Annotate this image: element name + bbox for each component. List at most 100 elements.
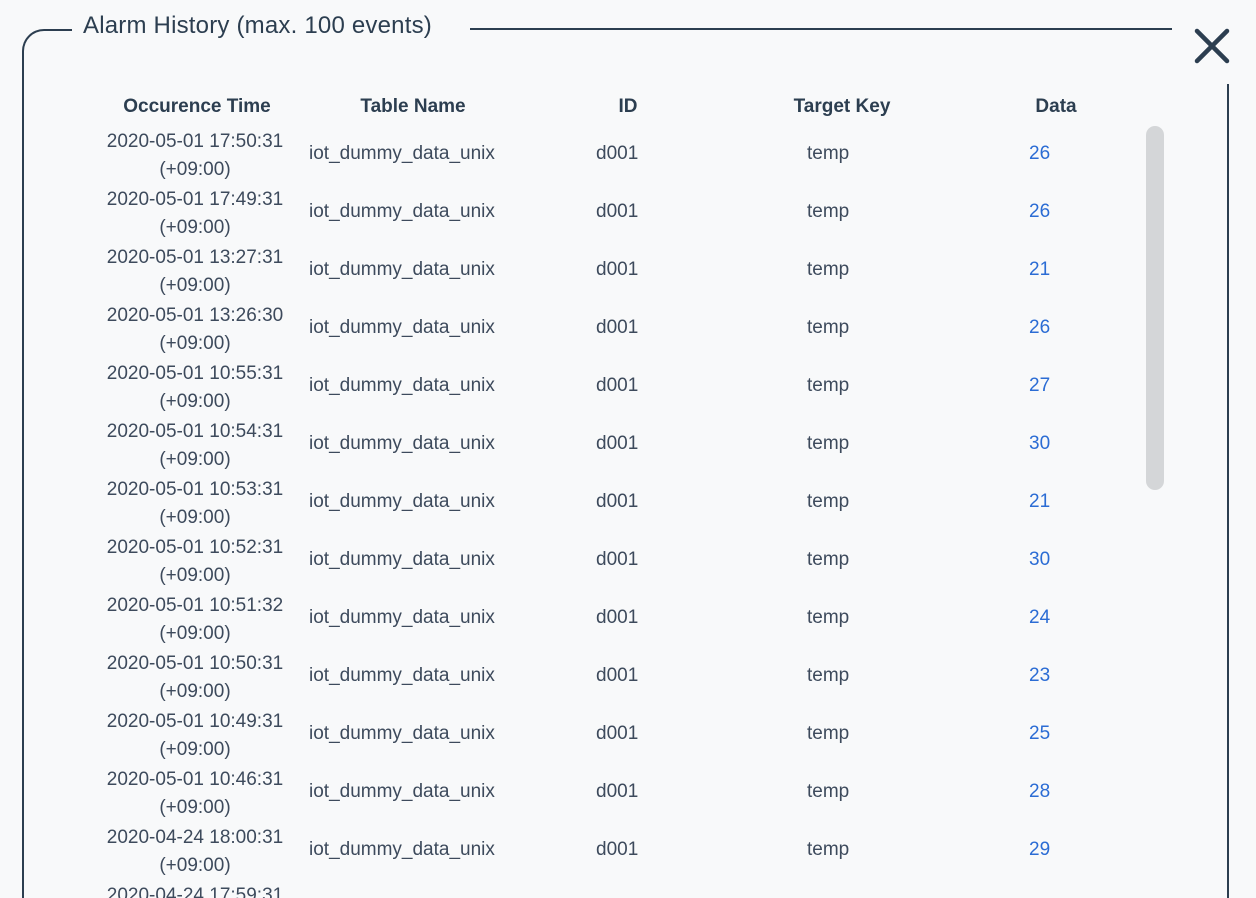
scrollbar-thumb[interactable] [1146,126,1164,490]
cell-data: 25 [1029,723,1051,744]
cell-table-name: iot_dummy_data_unix [309,201,495,222]
cell-table-name: iot_dummy_data_unix [309,723,495,744]
cell-target-key: temp [807,375,850,396]
table-row[interactable]: 2020-05-01 10:49:31 (+09:00) iot_dummy_dat… [0,706,1140,764]
cell-occurence-time: 2020-05-01 17:50:31 (+09:00) [92,128,298,184]
cell-target-key: temp [807,433,850,454]
column-header-target-key[interactable]: Target Key [742,96,942,118]
cell-occurence-time: 2020-05-01 13:27:31 (+09:00) [92,244,298,300]
cell-target-key: temp [807,723,850,744]
time-zone: (+09:00) [159,333,231,354]
time-date: 2020-05-01 10:55:31 [106,363,284,384]
table-header: Occurence Time Table Name ID Target Key … [0,96,1180,124]
time-zone: (+09:00) [159,217,231,238]
cell-occurence-time: 2020-05-01 10:51:32 (+09:00) [92,592,298,648]
cell-occurence-time: 2020-04-24 17:59:31 [92,882,298,898]
column-header-table-name[interactable]: Table Name [308,96,518,118]
dialog-title: Alarm History (max. 100 events) [83,12,432,39]
table-row[interactable]: 2020-05-01 17:50:31 (+09:00) iot_dummy_dat… [0,126,1140,184]
cell-target-key: temp [807,143,850,164]
cell-table-name: iot_dummy_data_unix [309,607,495,628]
time-date: 2020-05-01 13:27:31 [106,247,284,268]
cell-target-key: temp [807,201,850,222]
time-date: 2020-05-01 13:26:30 [106,305,284,326]
cell-id: d001 [596,781,639,802]
cell-table-name: iot_dummy_data_unix [309,375,495,396]
cell-data: 26 [1029,143,1051,164]
cell-data: 26 [1029,317,1051,338]
time-zone: (+09:00) [159,391,231,412]
time-zone: (+09:00) [159,275,231,296]
dialog-border-right [1227,84,1229,898]
table-row[interactable]: 2020-04-24 17:59:31 [0,880,1140,898]
cell-occurence-time: 2020-05-01 10:53:31 (+09:00) [92,476,298,532]
cell-target-key: temp [807,607,850,628]
column-header-id[interactable]: ID [588,96,668,118]
table-row[interactable]: 2020-04-24 18:00:31 (+09:00) iot_dummy_dat… [0,822,1140,880]
cell-table-name: iot_dummy_data_unix [309,665,495,686]
cell-table-name: iot_dummy_data_unix [309,259,495,280]
table-row[interactable]: 2020-05-01 13:27:31 (+09:00) iot_dummy_dat… [0,242,1140,300]
table-row[interactable]: 2020-05-01 10:53:31 (+09:00) iot_dummy_dat… [0,474,1140,532]
time-date: 2020-05-01 10:49:31 [106,711,284,732]
time-zone: (+09:00) [159,449,231,470]
time-date: 2020-04-24 18:00:31 [106,827,284,848]
cell-table-name: iot_dummy_data_unix [309,143,495,164]
cell-id: d001 [596,665,639,686]
cell-id: d001 [596,317,639,338]
column-header-occurence-time[interactable]: Occurence Time [92,96,302,118]
cell-target-key: temp [807,781,850,802]
cell-data: 21 [1029,259,1051,280]
time-date: 2020-05-01 17:50:31 [106,131,284,152]
cell-id: d001 [596,201,639,222]
time-date: 2020-05-01 17:49:31 [106,189,284,210]
cell-target-key: temp [807,549,850,570]
column-header-data[interactable]: Data [1006,96,1106,118]
time-zone: (+09:00) [159,681,231,702]
time-zone: (+09:00) [159,623,231,644]
cell-occurence-time: 2020-05-01 10:46:31 (+09:00) [92,766,298,822]
table-body[interactable]: 2020-05-01 17:50:31 (+09:00) iot_dummy_dat… [0,126,1180,898]
cell-data: 23 [1029,665,1051,686]
time-date: 2020-05-01 10:50:31 [106,653,284,674]
cell-occurence-time: 2020-04-24 18:00:31 (+09:00) [92,824,298,880]
time-date: 2020-05-01 10:51:32 [106,595,284,616]
cell-id: d001 [596,723,639,744]
cell-occurence-time: 2020-05-01 17:49:31 (+09:00) [92,186,298,242]
table-row[interactable]: 2020-05-01 13:26:30 (+09:00) iot_dummy_dat… [0,300,1140,358]
table-row[interactable]: 2020-05-01 10:50:31 (+09:00) iot_dummy_dat… [0,648,1140,706]
cell-id: d001 [596,143,639,164]
table-row[interactable]: 2020-05-01 10:54:31 (+09:00) iot_dummy_dat… [0,416,1140,474]
cell-occurence-time: 2020-05-01 10:55:31 (+09:00) [92,360,298,416]
cell-data: 29 [1029,839,1051,860]
cell-occurence-time: 2020-05-01 10:52:31 (+09:00) [92,534,298,590]
time-date: 2020-05-01 10:53:31 [106,479,284,500]
cell-occurence-time: 2020-05-01 10:50:31 (+09:00) [92,650,298,706]
cell-id: d001 [596,491,639,512]
time-zone: (+09:00) [159,565,231,586]
close-button[interactable] [1193,27,1231,65]
time-zone: (+09:00) [159,507,231,528]
cell-target-key: temp [807,317,850,338]
time-zone: (+09:00) [159,855,231,876]
alarm-history-dialog: Alarm History (max. 100 events) Occurenc… [0,0,1256,898]
cell-target-key: temp [807,491,850,512]
table-row[interactable]: 2020-05-01 17:49:31 (+09:00) iot_dummy_dat… [0,184,1140,242]
cell-id: d001 [596,607,639,628]
cell-id: d001 [596,839,639,860]
table-row[interactable]: 2020-05-01 10:46:31 (+09:00) iot_dummy_dat… [0,764,1140,822]
cell-occurence-time: 2020-05-01 10:54:31 (+09:00) [92,418,298,474]
cell-occurence-time: 2020-05-01 10:49:31 (+09:00) [92,708,298,764]
table-row[interactable]: 2020-05-01 10:52:31 (+09:00) iot_dummy_dat… [0,532,1140,590]
time-date: 2020-05-01 10:52:31 [106,537,284,558]
table-row[interactable]: 2020-05-01 10:51:32 (+09:00) iot_dummy_dat… [0,590,1140,648]
cell-target-key: temp [807,665,850,686]
time-date: 2020-05-01 10:54:31 [106,421,284,442]
cell-table-name: iot_dummy_data_unix [309,549,495,570]
cell-table-name: iot_dummy_data_unix [309,491,495,512]
cell-id: d001 [596,375,639,396]
cell-table-name: iot_dummy_data_unix [309,433,495,454]
table-row[interactable]: 2020-05-01 10:55:31 (+09:00) iot_dummy_dat… [0,358,1140,416]
cell-target-key: temp [807,839,850,860]
cell-table-name: iot_dummy_data_unix [309,317,495,338]
